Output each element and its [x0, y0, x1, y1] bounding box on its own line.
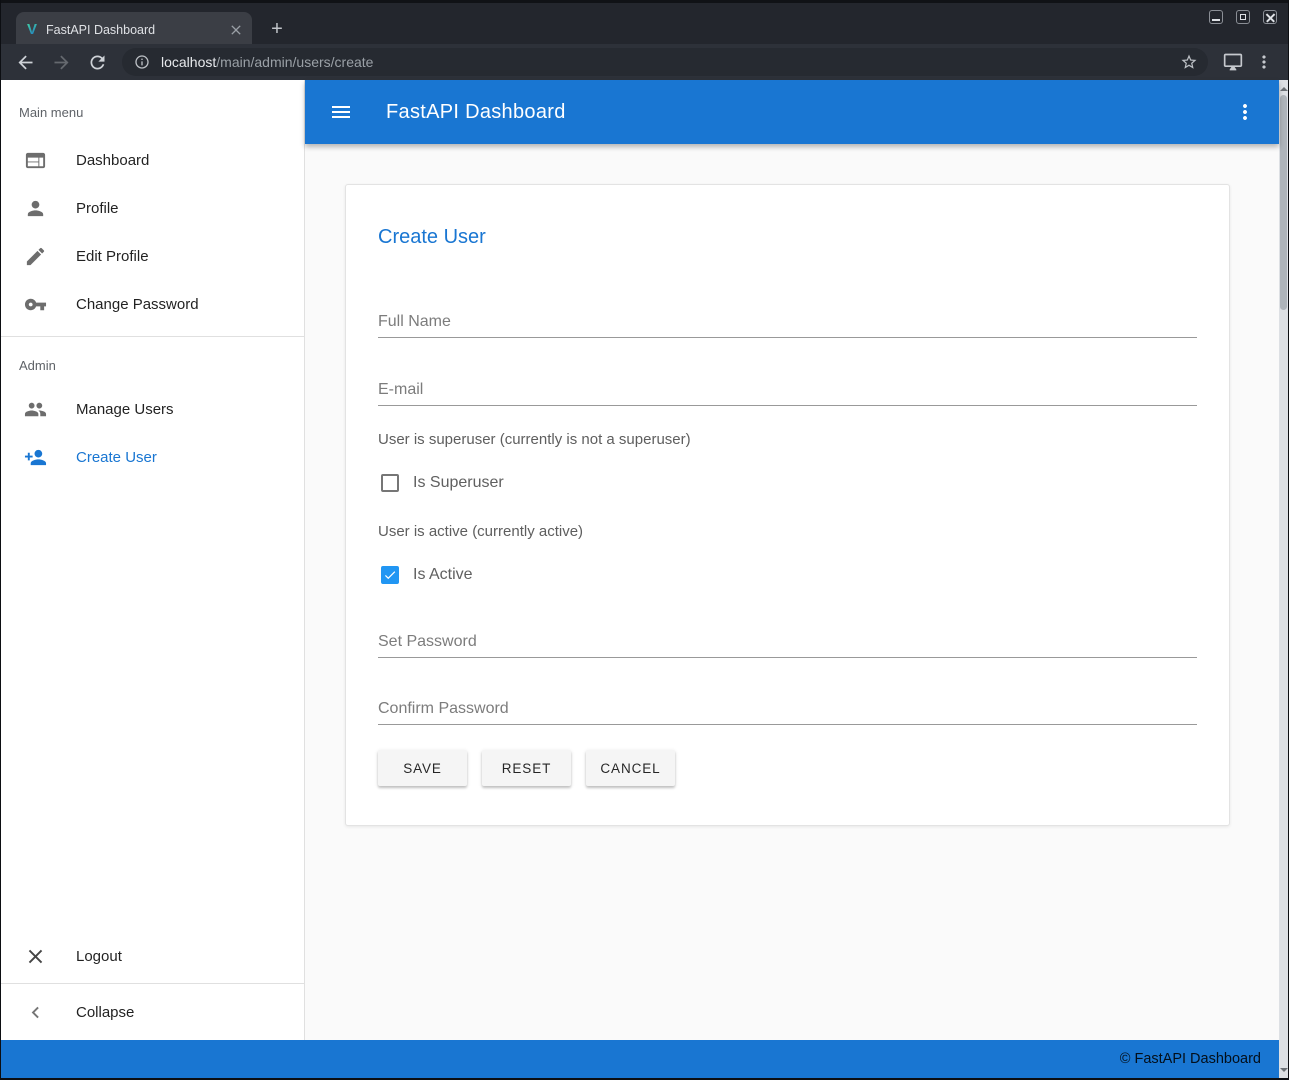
sidebar-item-label: Logout — [76, 948, 122, 965]
full-name-field — [378, 313, 1197, 338]
vuetify-favicon-icon: V — [27, 22, 37, 38]
tab-close-icon[interactable] — [228, 22, 244, 38]
reload-icon[interactable] — [87, 52, 108, 73]
superuser-checkbox[interactable] — [381, 474, 399, 492]
key-icon — [24, 293, 47, 316]
window-minimize-button[interactable] — [1209, 10, 1223, 24]
close-icon — [24, 945, 47, 968]
sidebar-item-create-user[interactable]: Create User — [1, 433, 304, 481]
app-bar-menu-icon[interactable] — [1233, 100, 1257, 124]
confirm-password-input[interactable] — [378, 700, 1197, 718]
scrollbar[interactable] — [1279, 80, 1288, 1078]
person-add-icon — [24, 446, 47, 469]
new-tab-button[interactable]: + — [263, 15, 291, 43]
superuser-checkbox-label: Is Superuser — [413, 474, 504, 492]
form-buttons: SAVE RESET CANCEL — [378, 750, 1197, 786]
email-input[interactable] — [378, 381, 1197, 399]
save-button[interactable]: SAVE — [378, 750, 467, 786]
active-checkbox[interactable] — [381, 566, 399, 584]
sidebar-item-label: Edit Profile — [76, 248, 149, 265]
app-bar: FastAPI Dashboard — [305, 80, 1279, 144]
person-icon — [24, 197, 47, 220]
main-content: Create User User is superuser (currently… — [305, 144, 1279, 1040]
active-checkbox-label: Is Active — [413, 566, 473, 584]
address-bar[interactable]: localhost/main/admin/users/create — [122, 48, 1208, 76]
sidebar-item-collapse[interactable]: Collapse — [1, 988, 304, 1036]
sidebar-item-logout[interactable]: Logout — [1, 932, 304, 980]
browser-tab[interactable]: V FastAPI Dashboard — [16, 12, 252, 47]
install-app-icon[interactable] — [1223, 52, 1243, 72]
people-icon — [24, 398, 47, 421]
window-controls — [1209, 10, 1277, 24]
cancel-button[interactable]: CANCEL — [586, 750, 675, 786]
active-hint-text: User is active (currently active) — [378, 522, 1197, 542]
confirm-password-field — [378, 700, 1197, 725]
sidebar-item-label: Collapse — [76, 1004, 134, 1021]
bookmark-star-icon[interactable] — [1180, 53, 1198, 71]
sidebar-item-change-password[interactable]: Change Password — [1, 280, 304, 328]
scrollbar-thumb[interactable] — [1280, 95, 1287, 310]
page-info-icon[interactable] — [134, 54, 150, 70]
back-icon[interactable] — [15, 52, 36, 73]
url-host: localhost — [161, 54, 216, 70]
window-close-button[interactable] — [1263, 10, 1277, 24]
sidebar-item-manage-users[interactable]: Manage Users — [1, 385, 304, 433]
url-path: /main/admin/users/create — [216, 54, 373, 70]
sidebar-spacer — [1, 481, 304, 932]
superuser-checkbox-row: Is Superuser — [378, 472, 1197, 494]
pencil-icon — [24, 245, 47, 268]
sidebar: Main menu Dashboard Profile Edit Profile… — [1, 80, 305, 1040]
set-password-field — [378, 633, 1197, 658]
chevron-left-icon — [24, 1001, 47, 1024]
sidebar-item-label: Dashboard — [76, 152, 149, 169]
app-footer: © FastAPI Dashboard — [1, 1040, 1279, 1078]
sidebar-item-label: Change Password — [76, 296, 199, 313]
set-password-input[interactable] — [378, 633, 1197, 651]
hamburger-menu-icon[interactable] — [329, 100, 353, 124]
browser-window: V FastAPI Dashboard + localhost/main/adm… — [0, 0, 1289, 1080]
page-title: Create User — [378, 223, 1197, 251]
web-page: Main menu Dashboard Profile Edit Profile… — [1, 80, 1288, 1078]
app-bar-title: FastAPI Dashboard — [386, 101, 1233, 124]
scrollbar-up-arrow[interactable] — [1279, 82, 1288, 94]
forward-icon[interactable] — [51, 52, 72, 73]
browser-menu-icon[interactable] — [1254, 52, 1274, 72]
window-maximize-button[interactable] — [1236, 10, 1250, 24]
footer-copyright: © FastAPI Dashboard — [1120, 1051, 1261, 1067]
tab-title: FastAPI Dashboard — [46, 23, 228, 37]
active-checkbox-row: Is Active — [378, 564, 1197, 586]
sidebar-item-dashboard[interactable]: Dashboard — [1, 136, 304, 184]
reset-button[interactable]: RESET — [482, 750, 571, 786]
sidebar-item-label: Profile — [76, 200, 119, 217]
sidebar-item-profile[interactable]: Profile — [1, 184, 304, 232]
browser-toolbar: localhost/main/admin/users/create — [1, 44, 1288, 80]
sidebar-divider — [1, 983, 304, 984]
sidebar-divider — [1, 336, 304, 337]
email-field — [378, 381, 1197, 406]
create-user-card: Create User User is superuser (currently… — [345, 184, 1230, 826]
superuser-hint-text: User is superuser (currently is not a su… — [378, 430, 1197, 450]
url-text[interactable]: localhost/main/admin/users/create — [161, 54, 1180, 70]
sidebar-section-header-main-menu: Main menu — [1, 88, 304, 136]
full-name-input[interactable] — [378, 313, 1197, 331]
scrollbar-down-arrow[interactable] — [1279, 1064, 1288, 1076]
sidebar-item-label: Create User — [76, 449, 157, 466]
sidebar-section-header-admin: Admin — [1, 345, 304, 385]
checkmark-icon — [383, 567, 397, 583]
sidebar-item-edit-profile[interactable]: Edit Profile — [1, 232, 304, 280]
dashboard-icon — [24, 149, 47, 172]
sidebar-item-label: Manage Users — [76, 401, 174, 418]
browser-titlebar: V FastAPI Dashboard + — [1, 0, 1288, 44]
